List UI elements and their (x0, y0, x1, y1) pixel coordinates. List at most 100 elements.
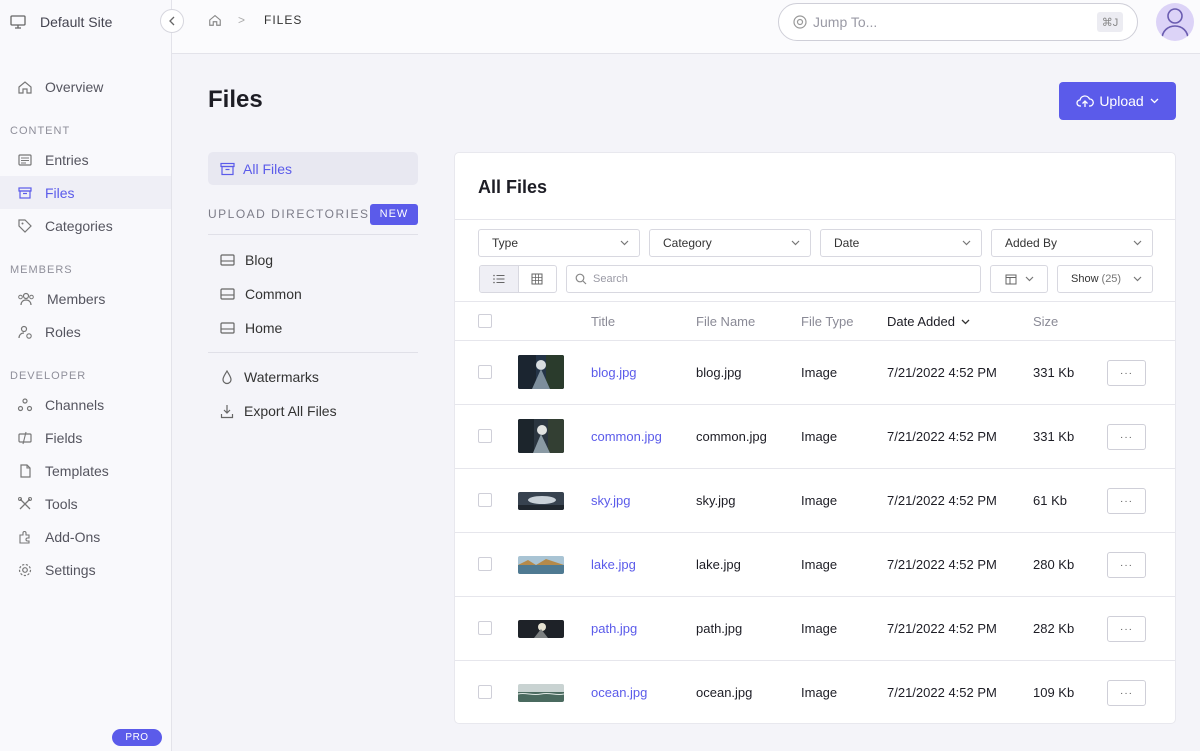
list-view-button[interactable] (480, 266, 519, 292)
file-title-link[interactable]: ocean.jpg (591, 685, 647, 700)
table-header: Title File Name File Type Date Added Siz… (455, 301, 1175, 341)
directory-list: All Files UPLOAD DIRECTORIES NEW Blog Co… (208, 152, 418, 428)
column-file-name[interactable]: File Name (696, 314, 755, 329)
column-title[interactable]: Title (591, 314, 615, 329)
grid-icon (531, 273, 543, 285)
table-row: sky.jpg sky.jpg Image 7/21/2022 4:52 PM … (455, 469, 1175, 533)
breadcrumb-current: FILES (264, 13, 303, 27)
row-actions-button[interactable]: ··· (1107, 488, 1146, 514)
thumbnail-ocean[interactable] (518, 684, 564, 702)
new-directory-button[interactable]: NEW (370, 203, 418, 225)
export-all-files-link[interactable]: Export All Files (208, 394, 418, 428)
filter-added-by[interactable]: Added By (991, 229, 1153, 257)
sidebar-item-fields[interactable]: Fields (0, 421, 171, 454)
sidebar-item-roles[interactable]: Roles (0, 315, 171, 348)
directory-item-home[interactable]: Home (208, 311, 418, 345)
file-title-link[interactable]: path.jpg (591, 621, 637, 636)
sidebar-item-entries[interactable]: Entries (0, 143, 171, 176)
sidebar-item-overview[interactable]: Overview (0, 70, 171, 103)
filter-date[interactable]: Date (820, 229, 982, 257)
sidebar-item-members[interactable]: Members (0, 282, 171, 315)
row-actions-button[interactable]: ··· (1107, 552, 1146, 578)
directory-item-blog[interactable]: Blog (208, 243, 418, 277)
row-checkbox[interactable] (478, 493, 492, 507)
thumbnail-sky[interactable] (518, 492, 564, 510)
members-icon (18, 292, 34, 305)
columns-button[interactable] (990, 265, 1048, 293)
home-icon[interactable] (208, 13, 222, 27)
search-placeholder: Search (593, 273, 628, 285)
search-input[interactable]: Search (566, 265, 981, 293)
collapse-sidebar-button[interactable] (160, 9, 184, 33)
column-size[interactable]: Size (1033, 314, 1058, 329)
file-title-link[interactable]: lake.jpg (591, 557, 636, 572)
sidebar-item-tools[interactable]: Tools (0, 487, 171, 520)
upload-directories-header: UPLOAD DIRECTORIES NEW (208, 203, 418, 225)
sidebar-item-files[interactable]: Files (0, 176, 171, 209)
user-icon (1161, 8, 1189, 39)
pro-badge[interactable]: PRO (112, 729, 162, 746)
files-panel: All Files Type Category Date Added By Se… (454, 152, 1176, 724)
jump-to-input[interactable]: Jump To... ⌘J (778, 3, 1138, 41)
roles-icon (18, 325, 32, 339)
main-nav: Overview CONTENT Entries Files Categorie… (0, 70, 171, 586)
entries-icon (18, 153, 32, 166)
breadcrumb: > FILES (208, 13, 302, 27)
thumbnail-common[interactable] (518, 419, 564, 453)
row-checkbox[interactable] (478, 557, 492, 571)
column-date-added[interactable]: Date Added (887, 314, 970, 329)
file-title-link[interactable]: blog.jpg (591, 365, 637, 380)
thumbnail-lake[interactable] (518, 556, 564, 574)
table-row: common.jpg common.jpg Image 7/21/2022 4:… (455, 405, 1175, 469)
jump-shortcut: ⌘J (1097, 12, 1123, 32)
chevron-down-icon (1025, 276, 1033, 282)
filter-category[interactable]: Category (649, 229, 811, 257)
chevron-down-icon (620, 240, 629, 246)
thumbnail-path[interactable] (518, 620, 564, 638)
search-icon (575, 273, 587, 285)
view-toggle (479, 265, 557, 293)
site-name: Default Site (40, 14, 113, 30)
row-actions-button[interactable]: ··· (1107, 424, 1146, 450)
thumbnail-blog[interactable] (518, 355, 564, 389)
filter-type[interactable]: Type (478, 229, 640, 257)
row-checkbox[interactable] (478, 365, 492, 379)
divider (208, 352, 418, 353)
watermarks-link[interactable]: Watermarks (208, 360, 418, 394)
file-title-link[interactable]: sky.jpg (591, 493, 631, 508)
chevron-down-icon (962, 240, 971, 246)
row-checkbox[interactable] (478, 429, 492, 443)
row-actions-button[interactable]: ··· (1107, 680, 1146, 706)
table-row: blog.jpg blog.jpg Image 7/21/2022 4:52 P… (455, 341, 1175, 405)
file-title-link[interactable]: common.jpg (591, 429, 662, 444)
divider (455, 219, 1175, 220)
row-actions-button[interactable]: ··· (1107, 616, 1146, 642)
row-checkbox[interactable] (478, 685, 492, 699)
avatar[interactable] (1156, 3, 1194, 41)
row-checkbox[interactable] (478, 621, 492, 635)
sidebar-item-settings[interactable]: Settings (0, 553, 171, 586)
site-switcher[interactable]: Default Site (0, 0, 172, 44)
tools-icon (18, 496, 32, 509)
sidebar-item-categories[interactable]: Categories (0, 209, 171, 242)
all-files-link[interactable]: All Files (208, 152, 418, 185)
chevron-left-icon (169, 16, 175, 26)
upload-button[interactable]: Upload (1059, 82, 1176, 120)
sidebar-item-channels[interactable]: Channels (0, 388, 171, 421)
column-file-type[interactable]: File Type (801, 314, 854, 329)
divider (208, 234, 418, 235)
directory-item-common[interactable]: Common (208, 277, 418, 311)
select-all-checkbox[interactable] (478, 314, 492, 328)
sidebar-item-addons[interactable]: Add-Ons (0, 520, 171, 553)
pro-badge-label: PRO (125, 732, 149, 743)
download-icon (220, 404, 234, 418)
breadcrumb-separator: > (238, 13, 247, 27)
chevron-down-icon (1133, 240, 1142, 246)
sidebar: Default Site Overview CONTENT Entries Fi… (0, 0, 172, 751)
grid-view-button[interactable] (519, 266, 557, 292)
table-row: path.jpg path.jpg Image 7/21/2022 4:52 P… (455, 597, 1175, 661)
show-count-select[interactable]: Show (25) (1057, 265, 1153, 293)
addons-icon (19, 530, 30, 544)
sidebar-item-templates[interactable]: Templates (0, 454, 171, 487)
row-actions-button[interactable]: ··· (1107, 360, 1146, 386)
